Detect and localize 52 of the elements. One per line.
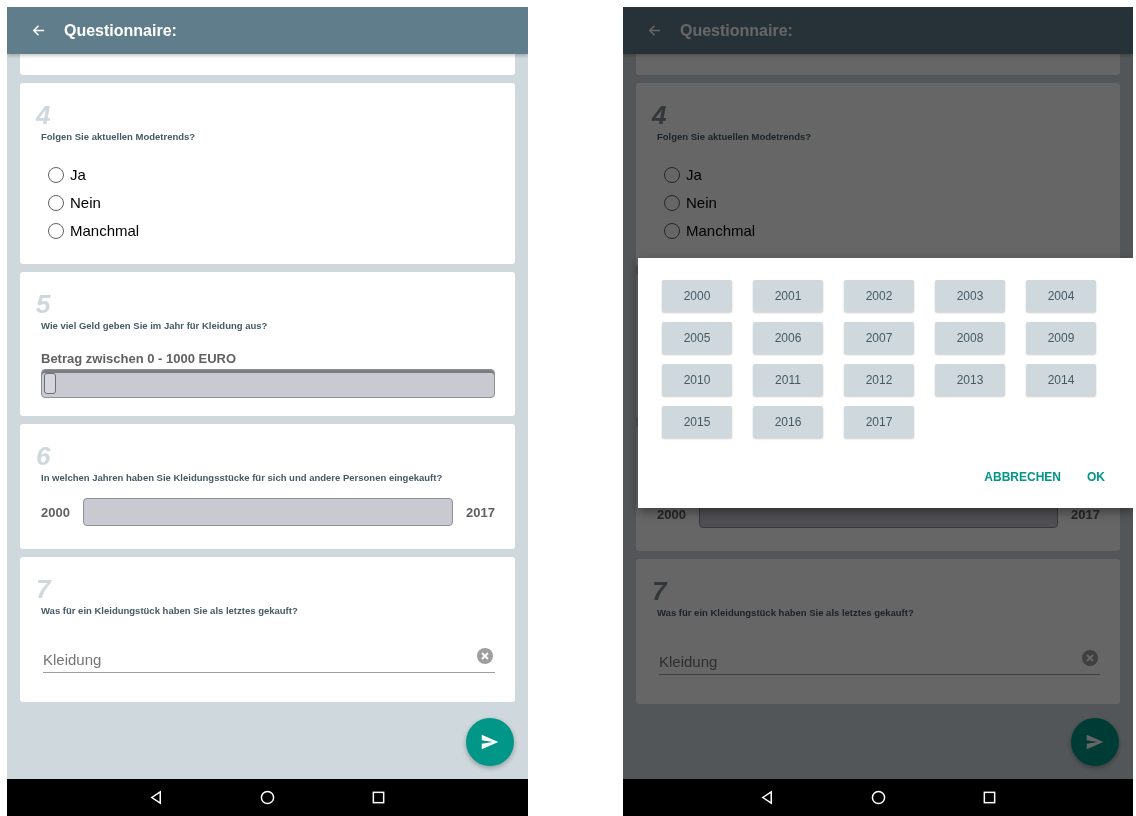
- send-button[interactable]: [1071, 718, 1119, 766]
- home-icon[interactable]: [260, 790, 275, 805]
- year-button[interactable]: 2013: [935, 364, 1005, 396]
- clear-icon[interactable]: [477, 647, 493, 664]
- dialog-button[interactable]: ABBRECHEN: [976, 466, 1069, 488]
- screen-title: Questionnaire:: [64, 21, 177, 40]
- range-min-label: 2000: [41, 504, 70, 520]
- year-button[interactable]: 2006: [753, 322, 823, 354]
- range-max-label: 2017: [466, 504, 495, 520]
- question-text: Was für ein Kleidungstück haben Sie als letztes gekauft?: [41, 605, 298, 617]
- year-button[interactable]: 2002: [844, 280, 914, 312]
- back-icon[interactable]: [759, 790, 775, 805]
- question-text: In welchen Jahren haben Sie Kleidungsstücke für sich und andere Personen eingekauft?: [41, 472, 443, 484]
- range-slider[interactable]: [82, 498, 454, 526]
- year-button[interactable]: 2008: [935, 322, 1005, 354]
- question-text: Folgen Sie aktuellen Modetrends?: [657, 131, 812, 143]
- back-icon[interactable]: [149, 790, 164, 805]
- option-label: Manchmal: [686, 221, 756, 240]
- option-label: Ja: [70, 165, 86, 184]
- year-button[interactable]: 2016: [753, 406, 823, 438]
- year-button[interactable]: 2014: [1026, 364, 1096, 396]
- year-button[interactable]: 2015: [662, 406, 732, 438]
- question-text: Folgen Sie aktuellen Modetrends?: [41, 131, 196, 143]
- option-label: Nein: [70, 193, 101, 212]
- option-label: Ja: [686, 165, 702, 184]
- screen-title: Questionnaire:: [680, 21, 793, 40]
- year-button[interactable]: 2012: [844, 364, 914, 396]
- slider-thumb[interactable]: [44, 373, 56, 394]
- year-button[interactable]: 2009: [1026, 322, 1096, 354]
- send-button[interactable]: [466, 718, 514, 766]
- question-text: Wie viel Geld geben Sie im Jahr für Kleidung aus?: [41, 320, 268, 332]
- dialog-button[interactable]: OK: [1079, 466, 1113, 488]
- year-button[interactable]: 2004: [1026, 280, 1096, 312]
- year-button[interactable]: 2003: [935, 280, 1005, 312]
- option-label: Manchmal: [70, 221, 140, 240]
- recents-icon[interactable]: [981, 790, 997, 805]
- year-button[interactable]: 2005: [662, 322, 732, 354]
- slider-track[interactable]: [41, 369, 495, 398]
- recents-icon[interactable]: [371, 790, 386, 805]
- range-max-label: 2017: [1071, 506, 1100, 522]
- year-button[interactable]: 2000: [662, 280, 732, 312]
- year-button[interactable]: 2010: [662, 364, 732, 396]
- option-label: Nein: [686, 193, 717, 212]
- year-button[interactable]: 2017: [844, 406, 914, 438]
- slider-label: Betrag zwischen 0 - 1000 EURO: [41, 351, 237, 366]
- home-icon[interactable]: [870, 790, 886, 805]
- year-button[interactable]: 2011: [753, 364, 823, 396]
- range-min-label: 2000: [657, 506, 686, 522]
- question-text: Was für ein Kleidungstück haben Sie als letztes gekauft?: [657, 607, 914, 619]
- year-button[interactable]: 2001: [753, 280, 823, 312]
- answer-field[interactable]: Kleidung: [43, 647, 477, 672]
- year-button[interactable]: 2007: [844, 322, 914, 354]
